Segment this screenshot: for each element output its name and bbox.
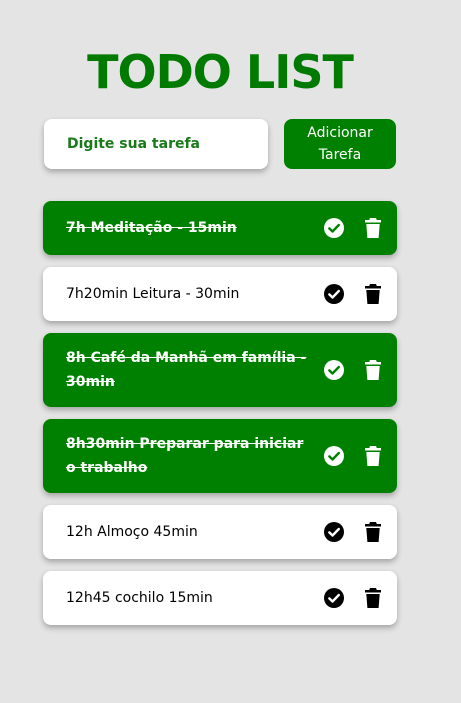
task-item: 7h Meditação - 15min [43, 201, 397, 255]
page-title: TODO LIST [87, 44, 354, 99]
check-circle-icon[interactable] [323, 217, 345, 239]
check-circle-icon[interactable] [323, 521, 345, 543]
task-text: 12h45 cochilo 15min [66, 590, 213, 606]
check-circle-icon[interactable] [323, 445, 345, 467]
task-text: 8h30min Preparar para iniciar o trabalho [66, 436, 304, 476]
check-circle-icon[interactable] [323, 587, 345, 609]
trash-icon[interactable] [364, 217, 382, 239]
task-text: 7h20min Leitura - 30min [66, 286, 240, 302]
add-task-button[interactable]: Adicionar Tarefa [284, 119, 396, 169]
task-item: 8h Café da Manhã em família - 30min [43, 333, 397, 407]
trash-icon[interactable] [364, 445, 382, 467]
task-list: 7h Meditação - 15min 7h20min Leitura - 3… [43, 201, 397, 637]
task-text: 7h Meditação - 15min [66, 220, 237, 236]
task-input[interactable] [44, 119, 268, 169]
task-item: 8h30min Preparar para iniciar o trabalho [43, 419, 397, 493]
trash-icon[interactable] [364, 521, 382, 543]
task-text: 8h Café da Manhã em família - 30min [66, 350, 307, 390]
task-item: 12h45 cochilo 15min [43, 571, 397, 625]
task-text: 12h Almoço 45min [66, 524, 198, 540]
trash-icon[interactable] [364, 359, 382, 381]
trash-icon[interactable] [364, 587, 382, 609]
task-item: 7h20min Leitura - 30min [43, 267, 397, 321]
check-circle-icon[interactable] [323, 359, 345, 381]
trash-icon[interactable] [364, 283, 382, 305]
check-circle-icon[interactable] [323, 283, 345, 305]
task-item: 12h Almoço 45min [43, 505, 397, 559]
